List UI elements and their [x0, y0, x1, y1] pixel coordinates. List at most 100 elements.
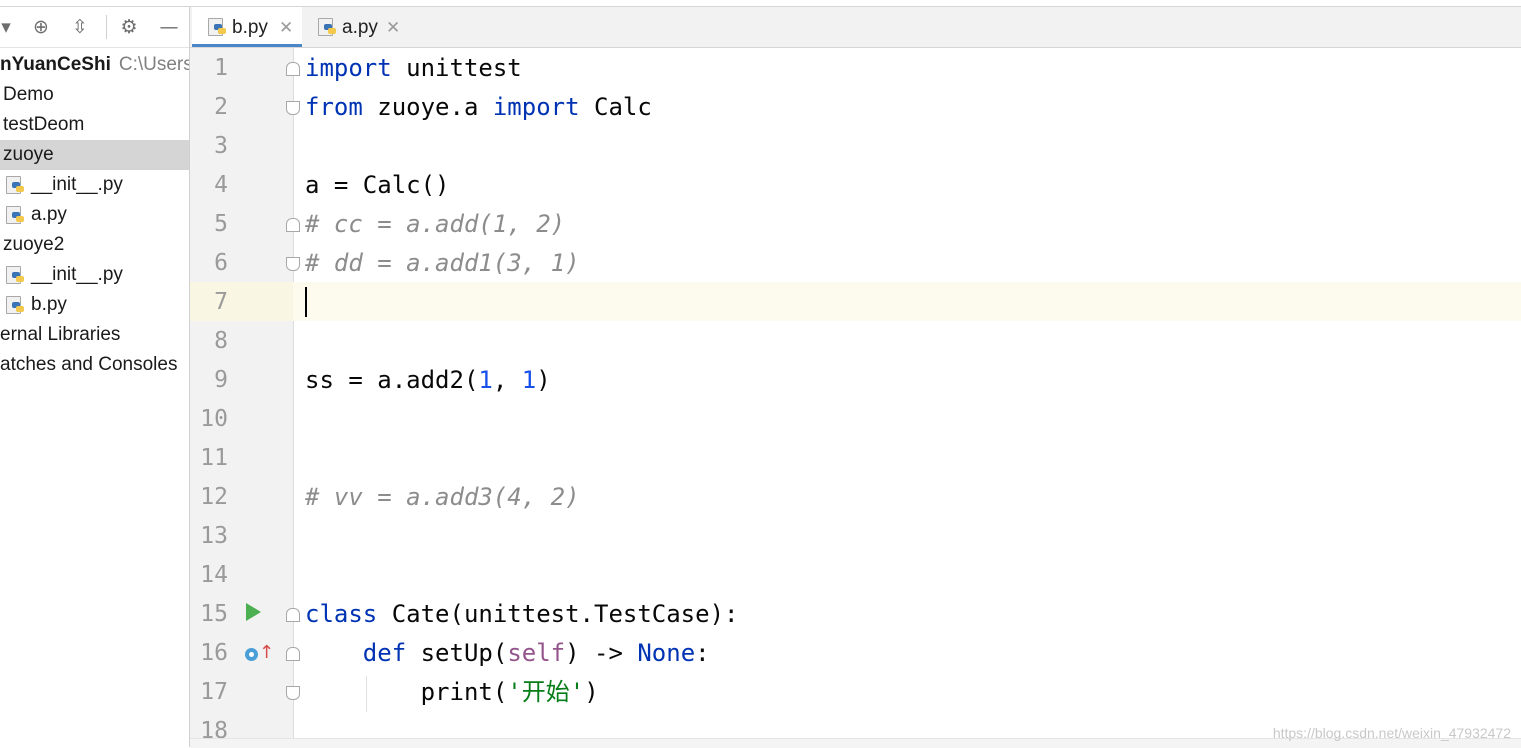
- project-path: C:\Users\: [118, 54, 189, 75]
- code-line-6: # dd = a.add1(3, 1): [305, 249, 580, 277]
- project-panel: ▾ ⊕ ⇳ ⚙ — nYuanCeShi C:\Users\ Demo testD…: [0, 7, 190, 747]
- close-icon[interactable]: ✕: [386, 7, 400, 49]
- tree-item-scratches[interactable]: atches and Consoles: [0, 350, 189, 380]
- python-file-icon: [208, 18, 226, 36]
- code-text: ): [584, 678, 599, 706]
- python-file-icon: [318, 18, 336, 36]
- code-text: print(: [420, 678, 508, 706]
- line-number: 3: [214, 133, 228, 159]
- line-number: 13: [200, 523, 228, 549]
- code-line-12: # vv = a.add3(4, 2): [305, 483, 580, 511]
- project-toolbar: ▾ ⊕ ⇳ ⚙ —: [0, 7, 189, 48]
- text-caret: [305, 287, 307, 317]
- code-text: unittest: [391, 54, 522, 82]
- tree-item-zuoye[interactable]: zuoye: [0, 140, 189, 170]
- keyword: from: [305, 93, 363, 121]
- line-number: 8: [214, 328, 228, 354]
- fold-marker[interactable]: [286, 62, 300, 76]
- line-number: 4: [214, 172, 228, 198]
- tree-item-label: zuoye2: [3, 234, 65, 255]
- tree-item-label: a.py: [31, 204, 67, 225]
- tree-item-label: __init__.py: [31, 264, 123, 285]
- code-editor[interactable]: 1 2 3 4 5 6 7 8 9 10 11 12 13 14 15 16 1…: [190, 48, 1521, 738]
- code-text: Cate(unittest.TestCase):: [377, 600, 739, 628]
- line-number: 7: [214, 289, 228, 315]
- fold-marker[interactable]: [286, 647, 300, 661]
- fold-marker[interactable]: [286, 686, 300, 700]
- minimize-icon[interactable]: —: [157, 15, 181, 39]
- python-file-icon: [6, 266, 24, 284]
- code-text: ,: [492, 366, 522, 394]
- number-literal: 1: [521, 366, 537, 394]
- tree-item-label: testDeom: [3, 114, 85, 135]
- tree-item-b-py[interactable]: b.py: [0, 290, 189, 320]
- code-line-1: import unittest: [305, 49, 522, 88]
- caret-row-highlight: [190, 282, 1521, 321]
- close-icon[interactable]: ✕: [279, 7, 293, 49]
- tree-item-zuoye2-init[interactable]: __init__.py: [0, 260, 189, 290]
- run-icon[interactable]: [246, 603, 261, 621]
- number-literal: 1: [478, 366, 493, 394]
- code-line-4: a = Calc(): [305, 171, 450, 199]
- fold-marker[interactable]: [286, 101, 300, 115]
- watermark: https://blog.csdn.net/weixin_47932472: [1272, 725, 1511, 741]
- line-number: 15: [200, 601, 228, 627]
- code-text: ss = a.add2(: [305, 366, 479, 394]
- string-literal: '开始': [507, 678, 585, 706]
- code-text: setUp(: [406, 639, 508, 667]
- keyword: class: [305, 600, 378, 628]
- code-line-15: class Cate(unittest.TestCase):: [305, 595, 738, 634]
- code-text: Calc: [579, 93, 652, 121]
- tab-label: a.py: [342, 17, 378, 38]
- fold-marker[interactable]: [286, 608, 300, 622]
- tree-item-external-libraries[interactable]: ernal Libraries: [0, 320, 189, 350]
- code-text: :: [695, 639, 710, 667]
- tree-item-zuoye-init[interactable]: __init__.py: [0, 170, 189, 200]
- dropdown-icon[interactable]: ▾: [0, 15, 18, 39]
- self-param: self: [507, 639, 566, 667]
- line-number: 5: [214, 211, 228, 237]
- line-number: 1: [214, 55, 228, 81]
- fold-marker[interactable]: [286, 257, 300, 271]
- override-method-icon[interactable]: ↑: [245, 643, 274, 665]
- collapse-icon[interactable]: ⇳: [68, 15, 92, 39]
- tree-item-project-root[interactable]: nYuanCeShi C:\Users\: [0, 50, 189, 80]
- line-number: 16: [200, 640, 228, 666]
- code-text: zuoye.a: [362, 93, 493, 121]
- keyword: import: [492, 93, 580, 121]
- fold-marker[interactable]: [286, 218, 300, 232]
- tab-b-py[interactable]: b.py ✕: [192, 7, 302, 47]
- python-file-icon: [6, 206, 24, 224]
- window-top-edge: [0, 0, 1521, 7]
- keyword: None: [637, 639, 696, 667]
- locate-icon[interactable]: ⊕: [29, 15, 53, 39]
- tree-item-label: __init__.py: [31, 174, 123, 195]
- line-number: 9: [214, 367, 228, 393]
- tree-item-a-py[interactable]: a.py: [0, 200, 189, 230]
- tab-label: b.py: [232, 17, 268, 38]
- line-number: 12: [200, 484, 228, 510]
- gear-icon[interactable]: ⚙: [117, 15, 141, 39]
- project-name: nYuanCeShi: [0, 54, 111, 75]
- tree-item-label: Demo: [3, 84, 54, 105]
- tree-item-zuoye2[interactable]: zuoye2: [0, 230, 189, 260]
- line-number: 17: [200, 679, 228, 705]
- tree-item-demo[interactable]: Demo: [0, 80, 189, 110]
- keyword: import: [305, 54, 392, 82]
- code-text: ) ->: [565, 639, 638, 667]
- editor-tab-bar: b.py ✕ a.py ✕: [190, 7, 1521, 48]
- code-line-16: def setUp(self) -> None:: [305, 634, 710, 673]
- python-file-icon: [6, 176, 24, 194]
- tree-item-label: zuoye: [3, 144, 54, 165]
- line-number: 18: [200, 718, 228, 738]
- code-text: ): [536, 366, 551, 394]
- tab-a-py[interactable]: a.py ✕: [302, 7, 410, 47]
- keyword: def: [362, 639, 407, 667]
- line-number: 6: [214, 250, 228, 276]
- code-line-17: print('开始'): [305, 673, 599, 712]
- tree-item-testdeom[interactable]: testDeom: [0, 110, 189, 140]
- line-number: 10: [200, 406, 228, 432]
- code-line-9: ss = a.add2(1, 1): [305, 361, 551, 400]
